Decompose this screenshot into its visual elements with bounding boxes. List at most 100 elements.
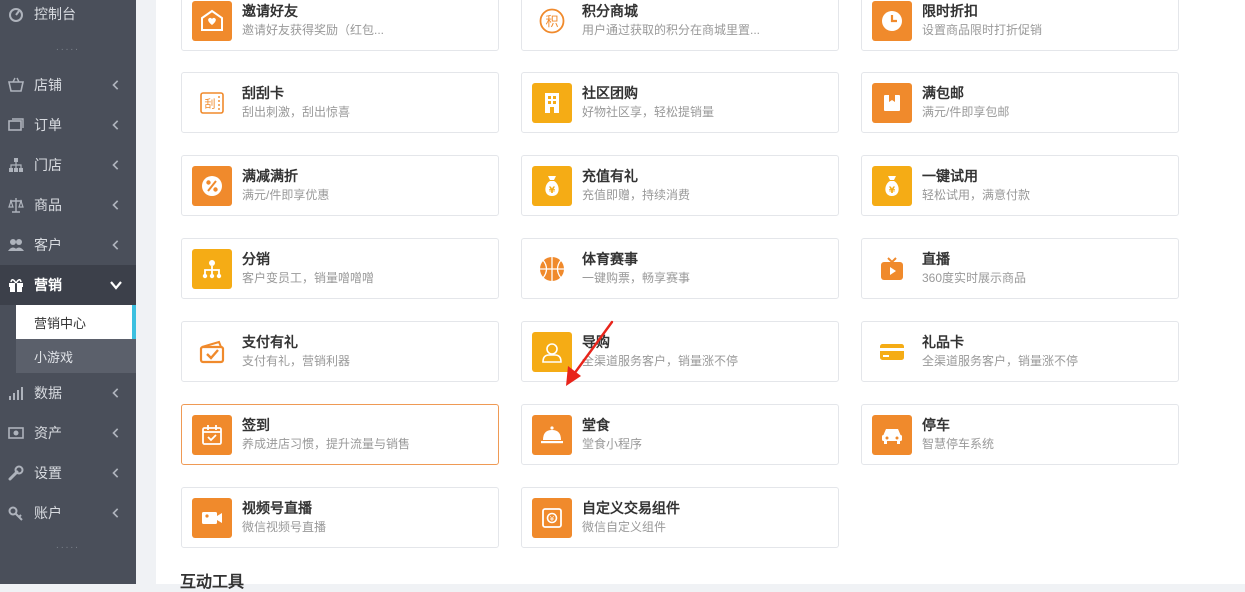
- card-desc: 邀请好友获得奖励（红包...: [242, 23, 385, 37]
- card-channels-live[interactable]: 视频号直播微信视频号直播: [181, 487, 499, 548]
- card-community-group-buy[interactable]: 社区团购 好物社区享，轻松提销量: [521, 72, 839, 133]
- sidebar-item-dashboard[interactable]: 控制台: [0, 0, 136, 34]
- sidebar-item-orders[interactable]: 订单: [0, 105, 136, 145]
- card-sports-events[interactable]: 体育赛事 一键购票，畅享赛事: [521, 238, 839, 299]
- money-icon: [8, 425, 24, 441]
- sidebar-item-settings[interactable]: 设置: [0, 453, 136, 493]
- svg-text:¥: ¥: [889, 186, 896, 196]
- sidebar-item-label: 商品: [34, 197, 62, 213]
- sidebar-subitem-minigames[interactable]: 小游戏: [16, 339, 136, 373]
- sidebar-item-label: 客户: [34, 237, 62, 253]
- card-recharge-gift[interactable]: ¥ 充值有礼 充值即赠，持续消费: [521, 155, 839, 216]
- sidebar-subitem-label: 营销中心: [34, 315, 87, 331]
- card-full-reduction[interactable]: 满减满折满元/件即享优惠: [181, 155, 499, 216]
- svg-text:刮: 刮: [205, 96, 216, 110]
- card-gift-card[interactable]: 礼品卡 全渠道服务客户，销量涨不停: [861, 321, 1179, 382]
- gift-card-icon: [872, 331, 912, 372]
- sidebar-item-assets[interactable]: 资产: [0, 413, 136, 453]
- scale-icon: [8, 197, 24, 213]
- card-desc: 微信自定义组件: [582, 520, 667, 534]
- sidebar-item-customers[interactable]: 客户: [0, 225, 136, 265]
- card-desc: 全渠道服务客户，销量涨不停: [922, 354, 1079, 368]
- sidebar-item-account[interactable]: 账户: [0, 493, 136, 533]
- sidebar-subitem-marketing-center[interactable]: 营销中心: [16, 305, 136, 339]
- points-icon: 积: [532, 0, 572, 41]
- card-title: 一键试用: [922, 168, 978, 184]
- sidebar: 控制台 ..... 店铺 订单 门店 商品 客户 营销 营销中心 小游戏 数据 …: [0, 0, 136, 584]
- card-payment-gift[interactable]: 支付有礼支付有礼，营销利器: [181, 321, 499, 382]
- tv-icon: [872, 248, 912, 289]
- car-icon: [872, 414, 912, 455]
- sidebar-item-label: 营销: [34, 277, 62, 293]
- dashboard-icon: [8, 6, 24, 22]
- card-scratch-card[interactable]: 刮 刮刮卡刮出刺激，刮出惊喜: [181, 72, 499, 133]
- sidebar-item-marketing[interactable]: 营销: [0, 265, 136, 305]
- card-desc: 轻松试用，满意付款: [922, 188, 1031, 202]
- sidebar-item-label: 账户: [34, 505, 62, 521]
- card-title: 满减满折: [242, 168, 298, 184]
- card-dine-in[interactable]: 堂食 堂食小程序: [521, 404, 839, 465]
- card-desc: 微信视频号直播: [242, 520, 327, 534]
- basketball-icon: [532, 248, 572, 289]
- heart-envelope-icon: [192, 0, 232, 41]
- card-desc: 好物社区享，轻松提销量: [582, 105, 715, 119]
- chevron-left-icon: [110, 119, 122, 131]
- card-distribution[interactable]: 分销 客户变员工，销量噌噌噌: [181, 238, 499, 299]
- card-title: 限时折扣: [922, 3, 978, 19]
- card-desc: 客户变员工，销量噌噌噌: [242, 271, 375, 285]
- branch-icon: [8, 157, 24, 173]
- card-free-shipping[interactable]: 满包邮 满元/件即享包邮: [861, 72, 1179, 133]
- card-title: 邀请好友: [242, 3, 298, 19]
- card-shopping-guide[interactable]: 导购全渠道服务客户，销量涨不停: [521, 321, 839, 382]
- gift-icon: [8, 277, 24, 293]
- sidebar-subitem-label: 小游戏: [34, 349, 74, 365]
- card-title: 支付有礼: [242, 334, 298, 350]
- calendar-check-icon: [192, 414, 232, 455]
- sidebar-item-products[interactable]: 商品: [0, 185, 136, 225]
- card-points-mall[interactable]: 积 积分商城 用户通过获取的积分在商城里置...: [521, 0, 839, 51]
- scratch-card-icon: 刮: [192, 82, 232, 123]
- sidebar-item-label: 控制台: [34, 6, 76, 22]
- card-title: 刮刮卡: [242, 85, 284, 101]
- card-desc: 支付有礼，营销利器: [242, 354, 351, 368]
- section-title-interactive-tools: 互动工具: [180, 574, 245, 591]
- clock-icon: [872, 0, 912, 41]
- chevron-left-icon: [110, 79, 122, 91]
- store-icon: [8, 77, 24, 93]
- card-title: 导购: [582, 334, 610, 350]
- bar-chart-icon: [8, 385, 24, 401]
- building-icon: [532, 82, 572, 123]
- sidebar-item-store[interactable]: 店铺: [0, 65, 136, 105]
- card-custom-trade-component[interactable]: ¥ 自定义交易组件 微信自定义组件: [521, 487, 839, 548]
- card-desc: 智慧停车系统: [922, 437, 995, 451]
- card-title: 视频号直播: [242, 500, 312, 516]
- sidebar-item-branches[interactable]: 门店: [0, 145, 136, 185]
- sidebar-item-data[interactable]: 数据: [0, 373, 136, 413]
- sidebar-item-label: 店铺: [34, 77, 62, 93]
- card-desc: 刮出刺激，刮出惊喜: [242, 105, 351, 119]
- card-title: 停车: [922, 417, 950, 433]
- card-invite-friends[interactable]: 邀请好友邀请好友获得奖励（红包...: [181, 0, 499, 51]
- wallet-check-icon: [192, 331, 232, 372]
- card-check-in[interactable]: 签到 养成进店习惯，提升流量与销售: [181, 404, 499, 465]
- card-desc: 堂食小程序: [582, 437, 643, 451]
- card-desc: 养成进店习惯，提升流量与销售: [242, 437, 411, 451]
- card-title: 堂食: [582, 417, 610, 433]
- card-desc: 满元/件即享优惠: [242, 188, 330, 202]
- card-live-stream[interactable]: 直播 360度实时展示商品: [861, 238, 1179, 299]
- sidebar-item-label: 设置: [34, 465, 62, 481]
- card-one-click-trial[interactable]: ¥ 一键试用轻松试用，满意付款: [861, 155, 1179, 216]
- card-desc: 用户通过获取的积分在商城里置...: [582, 23, 761, 37]
- chevron-left-icon: [110, 427, 122, 439]
- card-desc: 充值即赠，持续消费: [582, 188, 691, 202]
- card-title: 满包邮: [922, 85, 964, 101]
- card-desc: 全渠道服务客户，销量涨不停: [582, 354, 739, 368]
- card-flash-discount[interactable]: 限时折扣 设置商品限时打折促销: [861, 0, 1179, 51]
- sidebar-item-label: 订单: [34, 117, 62, 133]
- sidebar-divider: .....: [56, 42, 80, 53]
- package-icon: [872, 82, 912, 123]
- key-icon: [8, 505, 24, 521]
- card-parking[interactable]: 停车 智慧停车系统: [861, 404, 1179, 465]
- card-title: 自定义交易组件: [582, 500, 680, 516]
- card-desc: 360度实时展示商品: [922, 271, 1027, 285]
